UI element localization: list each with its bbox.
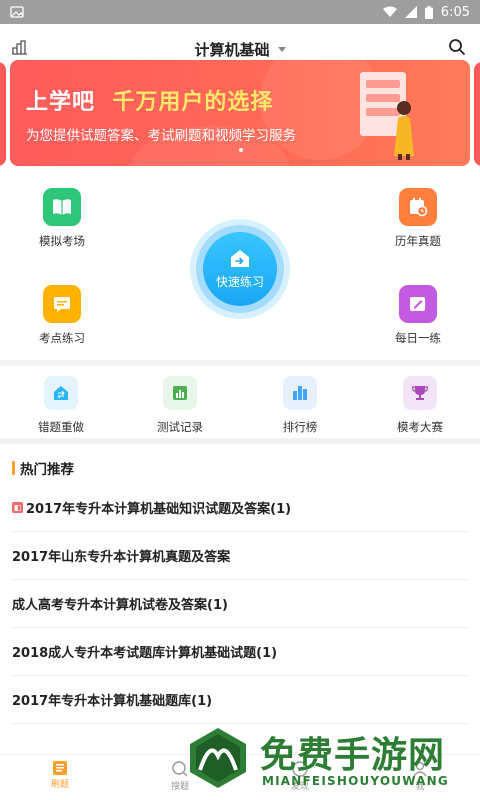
banner-page-indicator xyxy=(239,148,243,152)
ranking-label: 排行榜 xyxy=(282,420,318,434)
wrong-question-redo-label: 错题重做 xyxy=(38,420,84,434)
book-icon xyxy=(43,188,81,226)
quick-forward-icon xyxy=(231,249,249,267)
past-papers-entry[interactable]: 历年真题 xyxy=(373,188,463,249)
watermark-logo xyxy=(190,728,246,788)
topic-practice-label: 考点练习 xyxy=(39,331,85,345)
list-item-title: 2017年专升本计算机基础知识试题及答案(1) xyxy=(26,502,292,517)
quick-practice-button[interactable]: 快速练习 xyxy=(190,219,290,319)
tab-practice[interactable]: 刷题 xyxy=(30,761,90,790)
message-list-icon xyxy=(43,285,81,323)
status-bar: 6:05 xyxy=(0,0,480,24)
list-item-title: 2017年专升本计算机基础题库(1) xyxy=(12,694,213,709)
mock-exam-label: 模拟考场 xyxy=(39,234,85,248)
banner-next-slide xyxy=(474,62,480,166)
hot-section-header: 热门推荐 xyxy=(12,458,74,478)
list-item[interactable]: 2017年专升本计算机基础题库(1) xyxy=(12,676,468,724)
banner-headline-part1: 上学吧 xyxy=(26,90,96,115)
search-icon xyxy=(449,39,465,55)
mock-contest-label: 模考大赛 xyxy=(397,420,443,434)
ranking-icon xyxy=(283,376,317,410)
list-item[interactable]: ◧ 2017年专升本计算机基础知识试题及答案(1) xyxy=(12,484,468,532)
document-tag-icon: ◧ xyxy=(12,502,23,513)
edit-icon xyxy=(399,285,437,323)
list-item[interactable]: 2018成人专升本考试题库计算机基础试题(1) xyxy=(12,628,468,676)
banner-headline: 上学吧 千万用户的选择 xyxy=(26,84,273,116)
section-divider xyxy=(0,360,480,366)
wrong-question-redo-entry[interactable]: 错题重做 xyxy=(11,376,111,435)
banner-prev-slide xyxy=(0,62,6,166)
hot-list: ◧ 2017年专升本计算机基础知识试题及答案(1) 2017年山东专升本计算机真… xyxy=(12,484,468,724)
ranking-entry[interactable]: 排行榜 xyxy=(250,376,350,435)
image-notification-icon xyxy=(10,6,24,18)
quick-practice-core: 快速练习 xyxy=(203,232,277,306)
mock-contest-entry[interactable]: 模考大赛 xyxy=(370,376,470,435)
daily-practice-entry[interactable]: 每日一练 xyxy=(373,285,463,346)
list-item-title: 2017年山东专升本计算机真题及答案 xyxy=(12,550,231,565)
banner-slide[interactable]: 上学吧 千万用户的选择 为您提供试题答案、考试刷题和视频学习服务 xyxy=(10,60,470,166)
redo-icon xyxy=(44,376,78,410)
status-time: 6:05 xyxy=(440,4,470,20)
page-title: 计算机基础 xyxy=(194,40,270,59)
section-accent-bar xyxy=(12,461,15,475)
status-right: 6:05 xyxy=(382,4,470,20)
banner-headline-part2: 千万用户的选择 xyxy=(112,90,274,115)
banner-illustration xyxy=(360,72,414,160)
search-button[interactable] xyxy=(448,38,466,60)
list-item[interactable]: 成人高考专升本计算机试卷及答案(1) xyxy=(12,580,468,628)
mock-exam-entry[interactable]: 模拟考场 xyxy=(17,188,107,249)
banner-carousel[interactable]: 上学吧 千万用户的选择 为您提供试题答案、考试刷题和视频学习服务 xyxy=(0,60,480,168)
status-left xyxy=(10,6,24,18)
calendar-clock-icon xyxy=(399,188,437,226)
quick-practice-label: 快速练习 xyxy=(215,274,264,289)
category-switch-button[interactable] xyxy=(12,39,28,59)
hot-section-title: 热门推荐 xyxy=(20,462,74,478)
subject-selector[interactable]: 计算机基础 xyxy=(194,39,286,60)
past-papers-label: 历年真题 xyxy=(395,234,441,248)
watermark-text: 免费手游网 xyxy=(260,735,446,776)
category-icon xyxy=(12,40,27,55)
tab-practice-label: 刷题 xyxy=(50,780,69,790)
wifi-icon xyxy=(382,6,397,17)
test-record-label: 测试记录 xyxy=(157,420,203,434)
battery-icon xyxy=(424,5,433,19)
daily-practice-label: 每日一练 xyxy=(395,331,441,345)
site-watermark: 免费手游网 MIANFEISHOUYOUWANG xyxy=(180,720,480,800)
practice-list-icon xyxy=(53,761,67,775)
test-record-entry[interactable]: 测试记录 xyxy=(130,376,230,435)
quick-practice-ring: 快速练习 xyxy=(196,225,284,313)
section-divider xyxy=(0,438,480,444)
chart-icon xyxy=(163,376,197,410)
chevron-down-icon xyxy=(277,46,286,52)
watermark-subtext: MIANFEISHOUYOUWANG xyxy=(262,774,449,788)
list-item-title: 2018成人专升本考试题库计算机基础试题(1) xyxy=(12,646,278,661)
signal-icon xyxy=(404,6,417,18)
trophy-icon xyxy=(403,376,437,410)
list-item[interactable]: 2017年山东专升本计算机真题及答案 xyxy=(12,532,468,580)
topic-practice-entry[interactable]: 考点练习 xyxy=(17,285,107,346)
list-item-title: 成人高考专升本计算机试卷及答案(1) xyxy=(12,598,228,613)
banner-subline: 为您提供试题答案、考试刷题和视频学习服务 xyxy=(26,128,296,144)
